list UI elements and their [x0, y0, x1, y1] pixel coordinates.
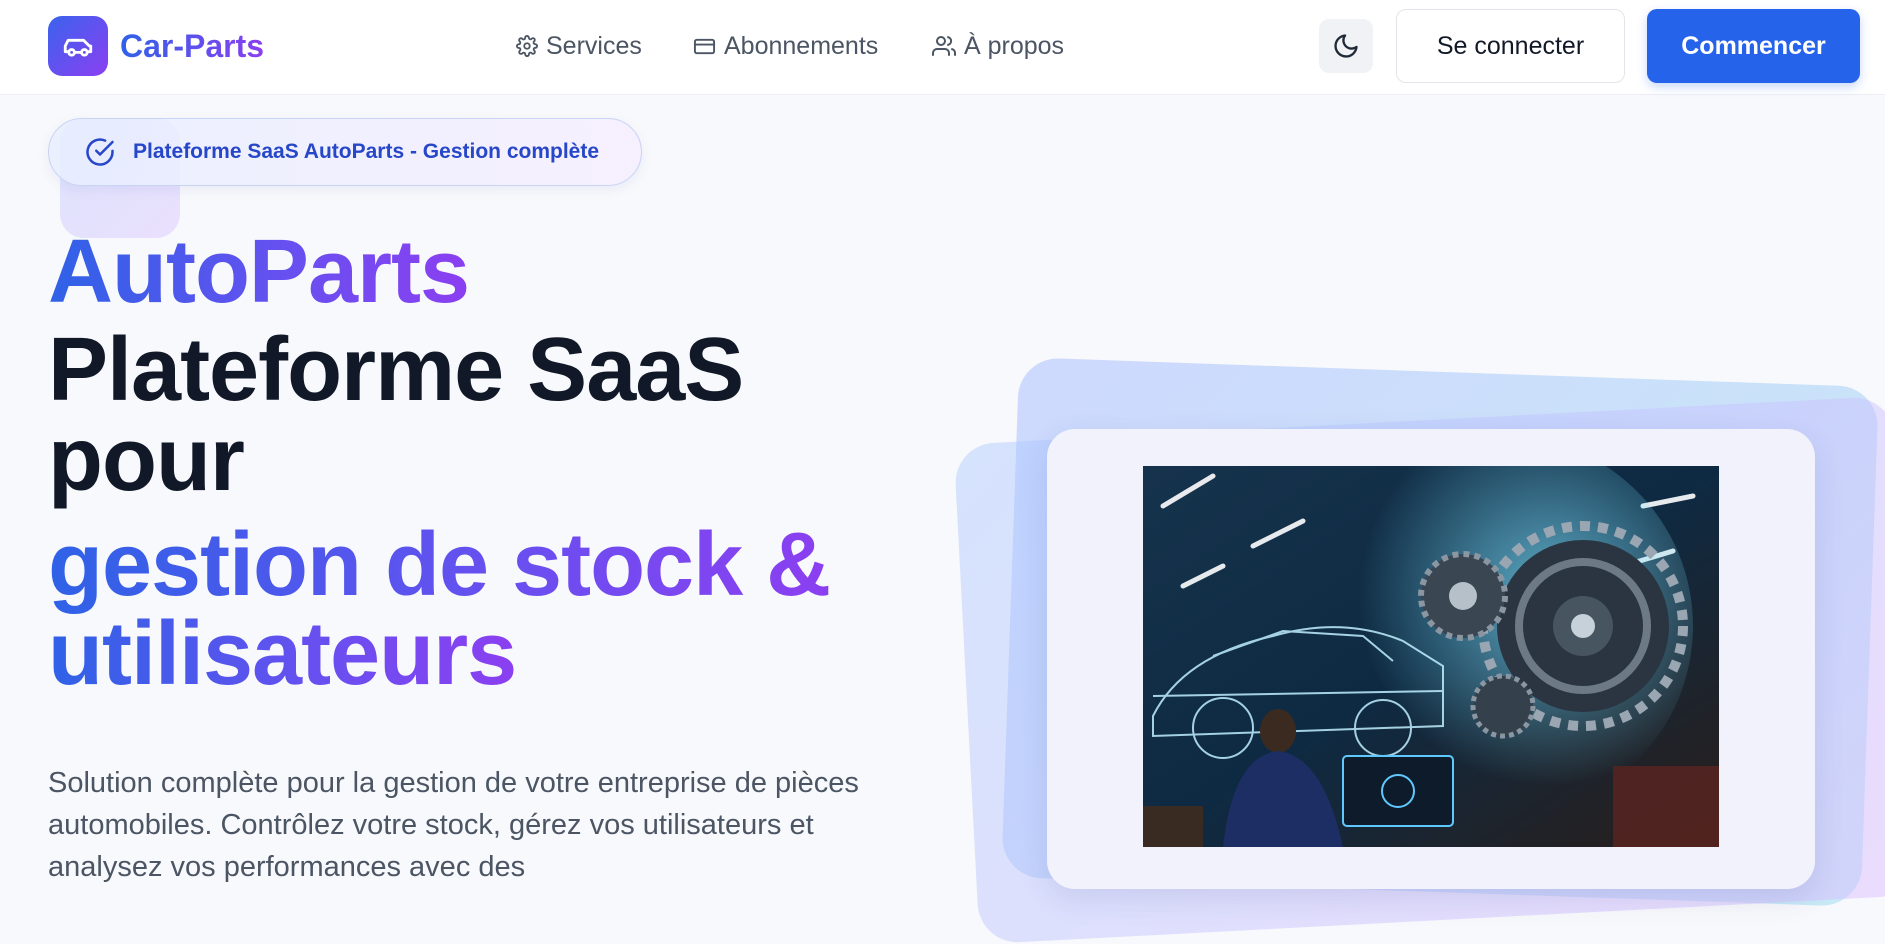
car-icon	[63, 38, 93, 57]
check-circle-icon	[86, 138, 114, 166]
hero-title-line: Plateforme SaaS	[48, 320, 744, 420]
nav-a-propos[interactable]: À propos	[932, 28, 1064, 64]
nav-a-propos-label: À propos	[964, 31, 1065, 60]
credit-card-icon	[693, 38, 716, 54]
brand-logo[interactable]	[48, 16, 108, 76]
hero-badge: Plateforme SaaS AutoParts - Gestion comp…	[48, 118, 642, 186]
hero-description: Solution complète pour la gestion de vot…	[48, 767, 859, 883]
get-started-button[interactable]: Commencer	[1647, 9, 1860, 83]
theme-toggle-button[interactable]	[1319, 19, 1373, 73]
login-button[interactable]: Se connecter	[1396, 9, 1625, 83]
nav-abonnements[interactable]: Abonnements	[693, 28, 878, 64]
hero-illustration	[1143, 466, 1719, 847]
gear-icon	[516, 35, 538, 57]
hero-title-line: pour	[48, 410, 245, 510]
brand-name[interactable]: Car-Parts	[120, 26, 264, 66]
hero-badge-text: Plateforme SaaS AutoParts - Gestion comp…	[133, 140, 600, 163]
nav-services-label: Services	[546, 31, 642, 60]
hero-title-highlight: utilisateurs	[48, 604, 517, 704]
top-navbar: Car-Parts Services Abonnements À propos …	[0, 0, 1885, 95]
users-icon	[932, 36, 956, 56]
hero-title-brand: AutoParts	[48, 222, 470, 322]
nav-abonnements-label: Abonnements	[724, 31, 879, 60]
moon-icon	[1334, 34, 1358, 58]
nav-services[interactable]: Services	[516, 28, 642, 64]
